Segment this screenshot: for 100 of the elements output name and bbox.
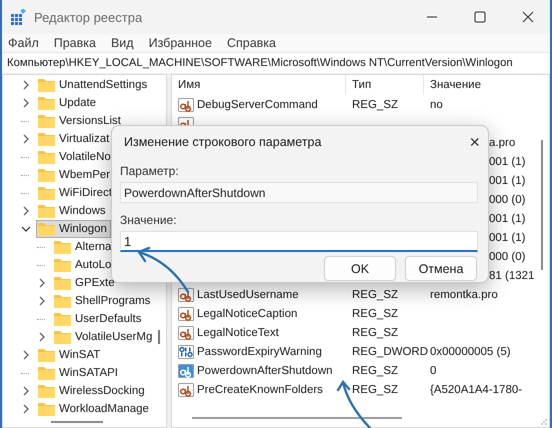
value-type: REG_SZ	[352, 98, 398, 110]
column-header[interactable]: Значение	[424, 75, 549, 95]
menu-item[interactable]: Файл	[8, 36, 39, 50]
value-type: REG_SZ	[352, 288, 398, 300]
value-name: LegalNoticeCaption	[197, 308, 298, 320]
tree-label: VolatileUserMg	[75, 331, 152, 343]
folder-icon	[54, 276, 71, 290]
column-header[interactable]: Имя	[172, 75, 346, 95]
folder-icon	[54, 294, 71, 308]
value-name: PowerdownAfterShutdown	[197, 364, 333, 376]
resize-grip-icon[interactable]	[539, 417, 547, 425]
value-field[interactable]: 1	[120, 231, 478, 252]
value-name: PasswordExpiryWarning	[197, 346, 322, 358]
tree-item[interactable]: WorkloadManage	[36, 400, 153, 418]
close-icon[interactable]	[522, 11, 534, 23]
value-data: {A520A1A4-1780-	[430, 384, 522, 396]
tree-item[interactable]: Virtualizat	[36, 130, 114, 148]
tree-item[interactable]: WiFiDirect	[36, 184, 116, 202]
tree-label: Alterna	[75, 241, 112, 253]
folder-icon	[38, 348, 55, 362]
maximize-icon[interactable]	[474, 11, 486, 23]
folder-icon	[38, 402, 55, 416]
registry-icon	[10, 9, 26, 25]
folder-icon	[38, 168, 55, 182]
scrollbar-thumb[interactable]	[192, 417, 402, 419]
value-data: 001 (1)	[489, 174, 526, 186]
chevron-right-icon[interactable]	[21, 386, 31, 396]
chevron-down-icon[interactable]	[21, 225, 31, 233]
tree-label: WiFiDirect	[59, 187, 112, 199]
window-title: Редактор реестра	[34, 10, 142, 24]
ok-button[interactable]: OK	[324, 256, 396, 281]
tree-label: UserDefaults	[75, 313, 142, 325]
menu-item[interactable]: Правка	[54, 36, 96, 50]
tree-label: Update	[59, 97, 96, 109]
menu-item[interactable]: Вид	[110, 36, 134, 50]
annotation-arrow	[137, 246, 190, 294]
tree-item[interactable]: GPExte	[52, 274, 119, 292]
value-data: no	[430, 98, 443, 110]
value-data: 001 (1)	[489, 232, 526, 244]
value-type: REG_SZ	[352, 308, 398, 320]
chevron-right-icon[interactable]	[21, 80, 31, 90]
value-data: 0	[430, 364, 436, 376]
address-bar[interactable]: Компьютер\HKEY_LOCAL_MACHINE\SOFTWARE\Microsoft\Windows NT\CurrentVersion\Winlogon	[2, 52, 550, 73]
tree-label: Virtualizat	[59, 133, 110, 145]
tree-item[interactable]: WinSAT	[36, 346, 104, 364]
tree-item[interactable]: UnattendSettings	[36, 76, 152, 94]
tree-label: Winlogon	[59, 223, 107, 235]
tree-item[interactable]: UserDefaults	[52, 310, 146, 328]
scrollbar-thumb[interactable]	[541, 140, 543, 270]
tree-item[interactable]: Winlogon	[36, 220, 111, 238]
menu-item[interactable]: Избранное	[148, 36, 212, 50]
chevron-right-icon[interactable]	[37, 278, 47, 288]
value-data: remontka.pro	[430, 288, 498, 300]
tree-item[interactable]: Update	[36, 94, 100, 112]
tree-label: WinSATAPI	[59, 367, 118, 379]
tree-item[interactable]: WbemPer	[36, 166, 114, 184]
cancel-button[interactable]: Отмена	[405, 256, 477, 281]
chevron-right-icon[interactable]	[21, 350, 31, 360]
folder-icon	[38, 186, 55, 200]
tree-label: WirelessDocking	[59, 385, 145, 397]
value-type: REG_DWORD	[352, 346, 428, 358]
tree-label: UnattendSettings	[59, 79, 148, 91]
field-label: Значение:	[120, 213, 178, 229]
chevron-right-icon[interactable]	[37, 296, 47, 306]
value-data: 001 (1)	[489, 212, 526, 224]
chevron-right-icon[interactable]	[21, 206, 31, 216]
parameter-field[interactable]: PowerdownAfterShutdown	[120, 182, 478, 203]
tree-item[interactable]: WirelessDocking	[36, 382, 149, 400]
close-button[interactable]: ×	[469, 133, 480, 151]
tree-label: VersionsList	[59, 115, 122, 127]
field-label: Параметр:	[120, 164, 180, 180]
menu-item[interactable]: Справка	[226, 36, 276, 50]
column-header[interactable]: Тип	[346, 75, 424, 95]
tree-label: VolatileNo	[59, 151, 111, 163]
value-type: REG_SZ	[352, 326, 398, 338]
tree-item[interactable]: VolatileUserMg	[52, 328, 156, 346]
folder-icon	[38, 78, 55, 92]
value-data: 0x00000005 (5)	[430, 346, 511, 358]
value-data: 81 (1321	[489, 270, 534, 282]
chevron-right-icon[interactable]	[21, 134, 31, 144]
folder-icon	[54, 258, 71, 272]
value-name: DebugServerCommand	[197, 98, 318, 110]
tree-label: GPExte	[75, 277, 115, 289]
tree-item[interactable]: Alterna	[52, 238, 116, 256]
tree-item[interactable]: WinSATAPI	[36, 364, 122, 382]
tree-label: ShellPrograms	[75, 295, 150, 307]
chevron-right-icon[interactable]	[37, 332, 47, 342]
folder-icon	[54, 312, 71, 326]
scrollbar-thumb[interactable]	[158, 330, 160, 344]
chevron-right-icon[interactable]	[21, 404, 31, 414]
tree-item[interactable]: VolatileNo	[36, 148, 115, 166]
tree-item[interactable]: AutoLo	[52, 256, 116, 274]
tree-item[interactable]: Windows	[36, 202, 110, 220]
tree-item[interactable]: VersionsList	[36, 112, 126, 130]
chevron-right-icon[interactable]	[21, 98, 31, 108]
tree-item[interactable]: ShellPrograms	[52, 292, 154, 310]
scrollbar-thumb[interactable]	[51, 421, 103, 423]
folder-icon	[38, 96, 55, 110]
folder-icon	[38, 150, 55, 164]
value-data: 000 (0)	[489, 250, 526, 262]
